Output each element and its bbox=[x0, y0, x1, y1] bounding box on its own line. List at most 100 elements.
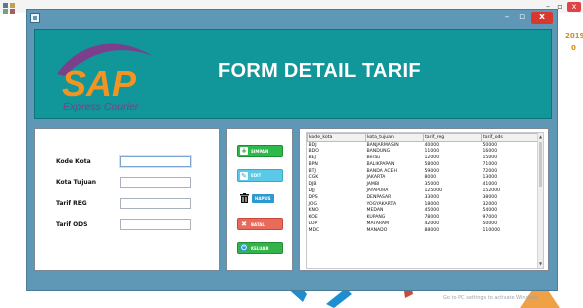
edit-icon: ✎ bbox=[240, 171, 248, 180]
table-cell: 50000 bbox=[482, 221, 498, 227]
background-year-text: 2019 bbox=[565, 32, 583, 40]
keluar-button-label: KELUAR bbox=[251, 245, 269, 251]
table-cell: MANADO bbox=[366, 228, 388, 234]
hapus-button[interactable]: HAPUS bbox=[237, 192, 283, 204]
table-cell: 88000 bbox=[424, 228, 440, 234]
scroll-down-icon[interactable]: ▼ bbox=[538, 261, 543, 267]
table-row[interactable]: BPN BALIKPAPAN 58000 71000 bbox=[308, 161, 540, 168]
table-cell: 38000 bbox=[482, 195, 498, 201]
batal-button[interactable]: ✖ BATAL bbox=[237, 218, 283, 230]
table-row[interactable]: KNO MEDAN 45000 54000 bbox=[308, 207, 540, 214]
maximize-icon[interactable]: ▫ bbox=[516, 12, 528, 24]
minimize-icon[interactable]: – bbox=[501, 12, 513, 24]
batal-button-label: BATAL bbox=[251, 221, 265, 227]
svg-text:SAP: SAP bbox=[62, 63, 137, 104]
table-cell: LOP bbox=[308, 221, 318, 227]
table-cell: BDO bbox=[308, 148, 319, 154]
window-titlebar[interactable]: – ▫ x bbox=[27, 10, 557, 26]
table-cell: 78000 bbox=[424, 214, 440, 220]
close-icon[interactable]: x bbox=[567, 1, 581, 12]
column-header-tarif-ods[interactable]: tarif_ods bbox=[481, 133, 540, 142]
table-row[interactable]: LOP MATARAM 42000 50000 bbox=[308, 221, 540, 228]
table-cell: 11000 bbox=[424, 148, 440, 154]
table-cell: DJB bbox=[308, 181, 317, 187]
table-cell: BDJ bbox=[308, 142, 317, 148]
table-row[interactable]: BEJ Berau 12000 15000 bbox=[308, 155, 540, 162]
app-launcher-icon[interactable] bbox=[2, 2, 16, 15]
table-cell: BPN bbox=[308, 162, 318, 168]
table-row[interactable]: JOG YOGYAKARTA 18000 32000 bbox=[308, 201, 540, 208]
table-cell: 59000 bbox=[424, 168, 440, 174]
table-cell: BTJ bbox=[308, 168, 316, 174]
cancel-icon: ✖ bbox=[241, 220, 247, 228]
table-cell: 110000 bbox=[482, 228, 501, 234]
table-cell: JOG bbox=[308, 201, 318, 207]
table-cell: 15000 bbox=[482, 155, 498, 161]
tarif-reg-input[interactable] bbox=[120, 198, 191, 209]
table-cell: KOE bbox=[308, 214, 318, 220]
tarif-ods-input[interactable] bbox=[120, 219, 191, 230]
table-row[interactable]: KOE KUPANG 78000 97000 bbox=[308, 214, 540, 221]
table-cell: KNO bbox=[308, 208, 319, 214]
action-buttons-panel: + SIMPAN ✎ EDIT HAPUS ✖ BATAL ⏻ KELUAR bbox=[226, 128, 293, 271]
edit-button[interactable]: ✎ EDIT bbox=[237, 169, 283, 182]
table-cell: DPS bbox=[308, 195, 318, 201]
table-cell: BALIKPAPAN bbox=[366, 162, 395, 168]
table-row[interactable]: DJJ JAYAPURA 125000 152000 bbox=[308, 188, 540, 195]
table-cell: 13000 bbox=[482, 175, 498, 181]
simpan-button-label: SIMPAN bbox=[251, 148, 269, 154]
column-header-kota-tujuan[interactable]: kota_tujuan bbox=[365, 133, 424, 142]
table-row[interactable]: BDO BANDUNG 11000 16000 bbox=[308, 148, 540, 155]
exit-icon: ⏻ bbox=[240, 244, 248, 252]
table-cell: CGK bbox=[308, 175, 319, 181]
table-cell: 35000 bbox=[424, 181, 440, 187]
tarif-table: kode_kota kota_tujuan tarif_reg tarif_od… bbox=[307, 133, 540, 234]
table-cell: BANJARMASIN bbox=[366, 142, 399, 148]
scroll-thumb[interactable] bbox=[539, 142, 542, 187]
table-cell: KUPANG bbox=[366, 214, 386, 220]
edit-button-label: EDIT bbox=[251, 173, 262, 178]
table-cell: 18000 bbox=[424, 201, 440, 207]
table-cell: 125000 bbox=[424, 188, 443, 194]
column-header-kode-kota[interactable]: kode_kota bbox=[307, 133, 366, 142]
table-scrollbar[interactable]: ▲ ▼ bbox=[537, 133, 543, 268]
form-detail-tarif-window: – ▫ x SAP Express Courier FORM DETAIL TA… bbox=[26, 9, 558, 291]
table-cell: 58000 bbox=[424, 162, 440, 168]
table-row[interactable]: DPS DENPASAR 33000 38000 bbox=[308, 194, 540, 201]
kota-tujuan-label: Kota Tujuan bbox=[56, 179, 97, 186]
keluar-button[interactable]: ⏻ KELUAR bbox=[237, 242, 283, 254]
table-cell: 40000 bbox=[424, 142, 440, 148]
table-row[interactable]: DJB JAMBI 35000 41000 bbox=[308, 181, 540, 188]
table-cell: 54000 bbox=[482, 208, 498, 214]
table-cell: 33000 bbox=[424, 195, 440, 201]
table-cell: BANDA ACEH bbox=[366, 168, 397, 174]
table-cell: 41000 bbox=[482, 181, 498, 187]
background-year-text-2: 0 bbox=[571, 44, 576, 52]
table-cell: YOGYAKARTA bbox=[366, 201, 397, 207]
window-controls: – ▫ x bbox=[501, 12, 553, 24]
table-row[interactable]: BDJ BANJARMASIN 40000 50000 bbox=[308, 142, 540, 149]
table-cell: JAMBI bbox=[366, 181, 380, 187]
simpan-button[interactable]: + SIMPAN bbox=[237, 145, 283, 157]
sap-express-logo: SAP Express Courier bbox=[57, 43, 153, 113]
tarif-table-scroll[interactable]: kode_kota kota_tujuan tarif_reg tarif_od… bbox=[306, 132, 544, 269]
table-cell: BEJ bbox=[308, 155, 316, 161]
close-icon[interactable]: x bbox=[531, 12, 553, 24]
table-cell: MEDAN bbox=[366, 208, 384, 214]
table-cell: 8000 bbox=[424, 175, 437, 181]
table-row[interactable]: CGK JAKARTA 8000 13000 bbox=[308, 174, 540, 181]
tarif-table-panel: kode_kota kota_tujuan tarif_reg tarif_od… bbox=[299, 128, 549, 271]
kota-tujuan-input[interactable] bbox=[120, 177, 191, 188]
table-cell: 32000 bbox=[482, 201, 498, 207]
column-header-tarif-reg[interactable]: tarif_reg bbox=[423, 133, 482, 142]
table-row[interactable]: BTJ BANDA ACEH 59000 72000 bbox=[308, 168, 540, 175]
kode-kota-input[interactable] bbox=[120, 156, 191, 167]
page-title: FORM DETAIL TARIF bbox=[218, 60, 421, 82]
table-cell: Berau bbox=[366, 155, 381, 161]
table-cell: 12000 bbox=[424, 155, 440, 161]
table-row[interactable]: MDC MANADO 88000 110000 bbox=[308, 227, 540, 234]
svg-text:Express Courier: Express Courier bbox=[63, 101, 139, 113]
table-cell: 16000 bbox=[482, 148, 498, 154]
hapus-button-label: HAPUS bbox=[252, 193, 274, 203]
scroll-up-icon[interactable]: ▲ bbox=[538, 134, 543, 140]
